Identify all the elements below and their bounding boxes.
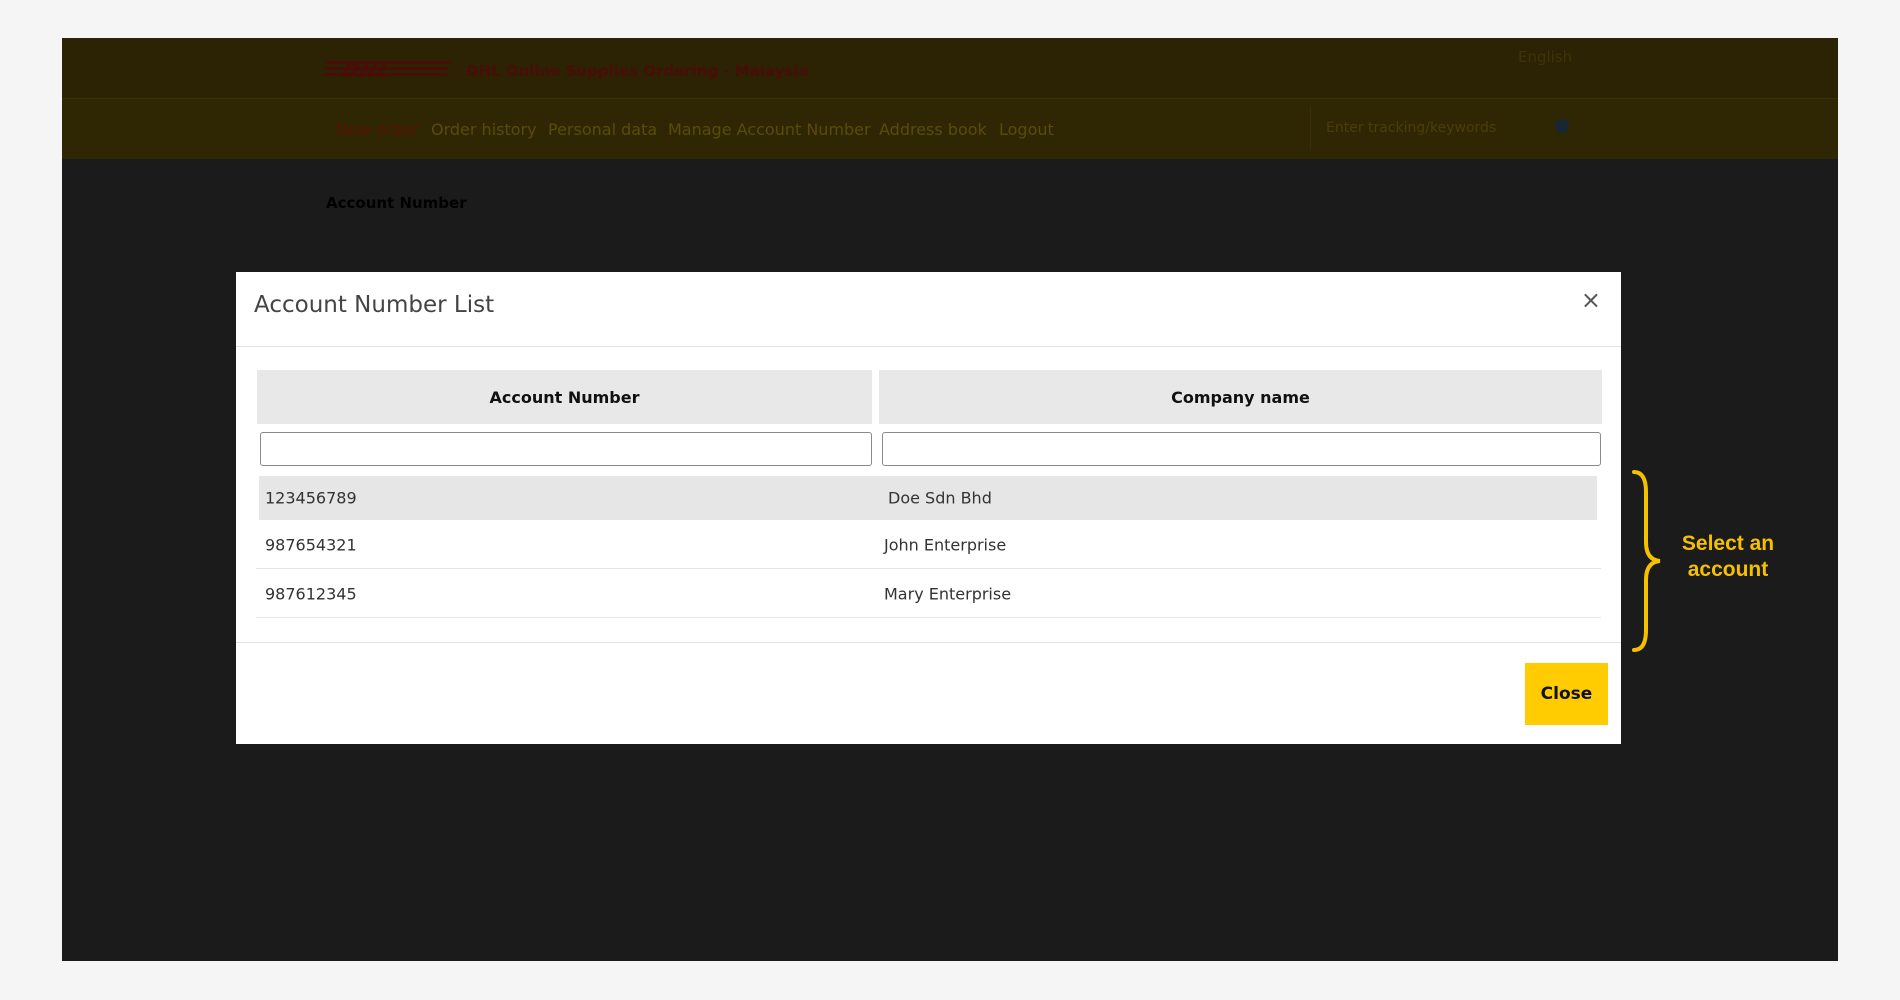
app-title: DHL Online Supplies Ordering - Malaysia: [466, 62, 809, 80]
nav-address-book[interactable]: Address book: [879, 120, 987, 139]
logo-text: DHL: [338, 58, 396, 82]
account-number-modal: Account Number List × Account Number Com…: [236, 272, 1621, 744]
annotation-label: Select an account: [1664, 531, 1792, 583]
nav-new-order[interactable]: New order: [336, 120, 419, 139]
language-selector[interactable]: English: [1518, 48, 1572, 66]
page-heading: Account Number: [326, 194, 467, 212]
annotation-line-2: account: [1687, 558, 1769, 581]
table-row[interactable]: 123456789 Doe Sdn Bhd: [259, 476, 1597, 520]
company-name-cell: John Enterprise: [884, 535, 1007, 554]
nav-personal-data[interactable]: Personal data: [548, 120, 657, 139]
company-name-cell: Mary Enterprise: [884, 584, 1012, 603]
table-row[interactable]: 987612345 Mary Enterprise: [256, 570, 1601, 618]
close-button[interactable]: Close: [1525, 663, 1608, 725]
annotation-line-1: Select an: [1681, 532, 1775, 555]
company-name-cell: Doe Sdn Bhd: [888, 488, 992, 508]
dhl-logo: DHL: [321, 57, 452, 82]
modal-title: Account Number List: [254, 292, 495, 318]
nav-manage-account-number[interactable]: Manage Account Number: [668, 120, 871, 139]
info-icon[interactable]: [1555, 119, 1569, 133]
column-header-account-number[interactable]: Account Number: [257, 370, 872, 424]
account-number-filter-input[interactable]: [260, 432, 872, 466]
account-number-cell: 987612345: [265, 584, 357, 603]
column-header-company-name[interactable]: Company name: [879, 370, 1602, 424]
nav-logout[interactable]: Logout: [999, 120, 1054, 139]
table-row[interactable]: 987654321 John Enterprise: [256, 521, 1601, 569]
modal-divider: [236, 346, 1621, 347]
company-name-filter-input[interactable]: [882, 432, 1601, 466]
account-number-cell: 987654321: [265, 535, 357, 554]
nav-order-history[interactable]: Order history: [431, 120, 537, 139]
close-icon[interactable]: ×: [1581, 286, 1601, 314]
modal-footer-divider: [236, 642, 1621, 643]
app-header: DHL DHL Online Supplies Ordering - Malay…: [62, 38, 1838, 98]
account-number-cell: 123456789: [265, 488, 357, 508]
tracking-search-text: Enter tracking/keywords: [1326, 120, 1497, 136]
